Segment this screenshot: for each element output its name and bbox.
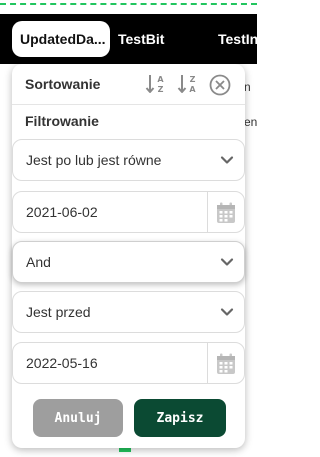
calendar-icon[interactable]: [216, 202, 236, 224]
page: UpdatedDa... TestBit TestIn n en Sortowa…: [0, 0, 257, 457]
sort-ascending-icon[interactable]: A Z: [145, 72, 167, 96]
cancel-button[interactable]: Anuluj: [33, 399, 123, 437]
sort-label: Sortowanie: [25, 76, 101, 92]
column-tab-testin[interactable]: TestIn: [218, 21, 257, 57]
logic-operator-value: And: [26, 254, 51, 270]
calendar-icon[interactable]: [216, 353, 236, 375]
save-button[interactable]: Zapisz: [134, 399, 226, 437]
column-tab-label: TestIn: [218, 31, 257, 47]
column-tab-label: UpdatedDa...: [20, 31, 106, 47]
filter2-operator-select[interactable]: Jest przed: [12, 291, 245, 333]
background-cell-text: en: [244, 115, 257, 129]
filter2-date-value: 2022-05-16: [26, 355, 98, 371]
sort-divider: [12, 104, 245, 105]
chevron-down-icon: [220, 156, 234, 164]
top-dashed-line: [0, 3, 257, 5]
column-tab-testbit[interactable]: TestBit: [118, 21, 164, 57]
filter2-date-input[interactable]: 2022-05-16: [12, 342, 245, 384]
sort-descending-icon[interactable]: Z A: [177, 72, 199, 96]
filter2-operator-value: Jest przed: [26, 304, 91, 320]
sort-row: Sortowanie A Z Z A: [12, 64, 245, 104]
svg-text:A: A: [157, 75, 164, 84]
column-tab-updated-date[interactable]: UpdatedDa...: [12, 21, 110, 57]
background-cell-text: n: [244, 80, 251, 94]
field-separator: [207, 192, 208, 232]
svg-text:Z: Z: [190, 75, 196, 84]
svg-text:A: A: [189, 85, 196, 94]
svg-text:Z: Z: [158, 85, 164, 94]
chevron-down-icon: [220, 308, 234, 316]
logic-operator-select[interactable]: And: [12, 241, 245, 283]
close-icon[interactable]: [209, 74, 231, 96]
field-separator: [207, 343, 208, 383]
filter1-date-input[interactable]: 2021-06-02: [12, 191, 245, 233]
filter1-operator-select[interactable]: Jest po lub jest równe: [12, 139, 245, 181]
column-tab-label: TestBit: [118, 31, 165, 47]
filter-label: Filtrowanie: [25, 113, 99, 129]
filter1-operator-value: Jest po lub jest równe: [26, 152, 162, 168]
filter1-date-value: 2021-06-02: [26, 204, 98, 220]
chevron-down-icon: [220, 258, 234, 266]
filter-sort-popup: Sortowanie A Z Z A Filtrowanie Jest po l…: [12, 64, 245, 448]
